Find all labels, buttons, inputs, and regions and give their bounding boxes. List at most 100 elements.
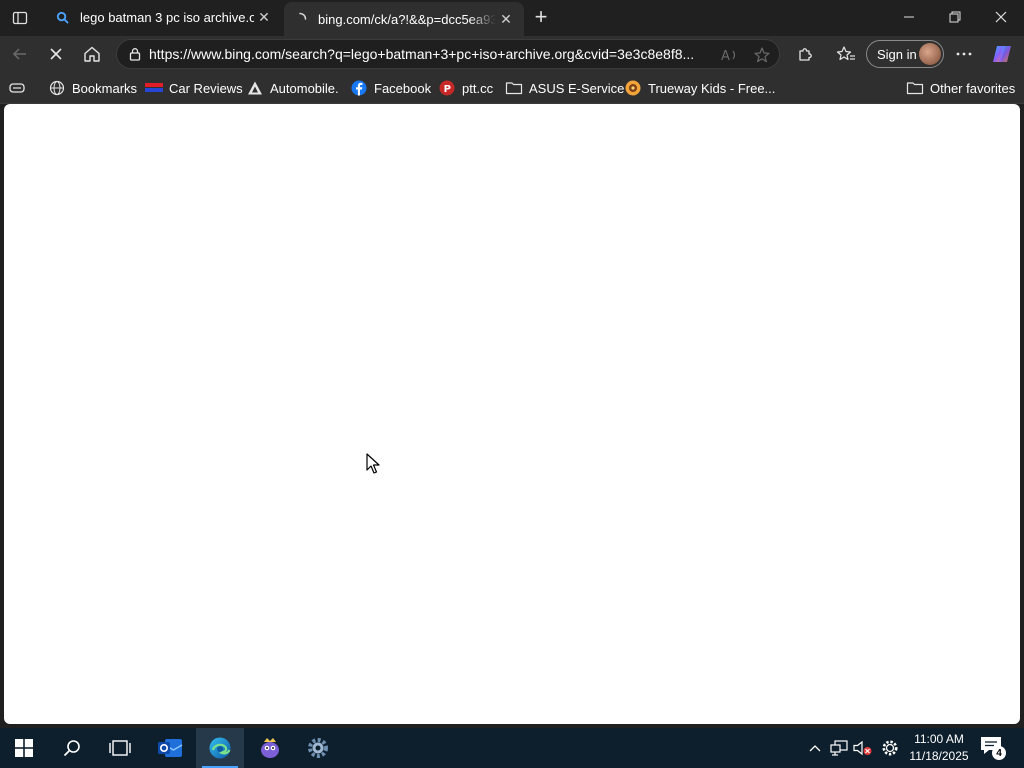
windows-logo-icon <box>15 739 33 757</box>
taskbar-app-character[interactable] <box>246 728 294 768</box>
car-reviews-icon <box>145 79 163 97</box>
clock-date: 11/18/2025 <box>909 749 969 763</box>
bookmark-ptt[interactable]: P ptt.cc <box>438 78 493 98</box>
close-tab-icon[interactable]: ✕ <box>496 9 516 29</box>
taskbar-edge[interactable] <box>196 728 244 768</box>
svg-text:P: P <box>444 84 451 95</box>
bookmark-label: Facebook <box>374 80 432 96</box>
tab-actions-button[interactable] <box>6 4 34 32</box>
bookmark-label: Automobile. <box>270 80 339 96</box>
navigation-toolbar: https://www.bing.com/search?q=lego+batma… <box>0 36 1024 72</box>
start-button[interactable] <box>0 728 48 768</box>
new-tab-button[interactable]: + <box>528 4 554 30</box>
settings-more-button[interactable] <box>950 40 978 68</box>
home-button[interactable] <box>78 40 106 68</box>
back-button[interactable] <box>6 40 34 68</box>
tab-title: lego batman 3 pc iso archive.org <box>80 9 254 25</box>
tray-settings-button[interactable] <box>880 738 900 758</box>
bookmark-car-reviews[interactable]: Car Reviews <box>145 78 243 98</box>
back-arrow-icon <box>12 48 26 60</box>
windows-taskbar: 11:00 AM 11/18/2025 4 <box>0 728 1024 768</box>
tab-bing-redirect[interactable]: bing.com/ck/a?!&&p=dcc5ea93a ✕ <box>284 2 524 36</box>
show-hidden-icons-button[interactable] <box>805 738 825 758</box>
favorites-list-icon <box>836 46 855 61</box>
bookmark-label: Car Reviews <box>169 80 243 96</box>
favorites-button[interactable] <box>832 40 860 68</box>
favorites-bar: Bookmarks Car Reviews Automobile. Facebo… <box>0 72 1024 104</box>
collections-icon <box>8 79 26 97</box>
more-dots-icon <box>956 52 972 56</box>
copilot-button[interactable] <box>988 40 1016 68</box>
close-icon <box>995 11 1007 23</box>
minimize-button[interactable] <box>886 0 932 34</box>
bookmark-bookmarks[interactable]: Bookmarks <box>48 78 137 98</box>
url-text[interactable]: https://www.bing.com/search?q=lego+batma… <box>149 46 721 62</box>
ptt-icon: P <box>438 79 456 97</box>
sign-in-label: Sign in <box>877 46 917 62</box>
minimize-icon <box>904 16 914 18</box>
task-view-button[interactable] <box>96 728 144 768</box>
folder-icon <box>505 79 523 97</box>
gear-icon <box>308 738 328 758</box>
close-window-button[interactable] <box>978 0 1024 34</box>
address-bar[interactable]: https://www.bing.com/search?q=lego+batma… <box>116 39 780 69</box>
notification-count-badge: 4 <box>992 746 1006 760</box>
bookmark-facebook[interactable]: Facebook <box>350 78 431 98</box>
close-tab-icon[interactable]: ✕ <box>254 7 274 27</box>
tab-title: bing.com/ck/a?!&&p=dcc5ea93a <box>318 11 496 27</box>
search-icon <box>63 740 80 757</box>
outlook-icon <box>158 739 183 757</box>
globe-icon <box>48 79 66 97</box>
bookmark-label: ASUS E-Service <box>529 80 625 96</box>
extensions-button[interactable] <box>792 40 820 68</box>
tab-collections-button[interactable] <box>8 78 32 98</box>
lock-icon[interactable] <box>121 47 149 61</box>
tab-actions-icon <box>12 11 28 25</box>
clock[interactable]: 11:00 AM 11/18/2025 <box>904 731 974 765</box>
home-icon <box>84 46 100 62</box>
tab-lego-batman[interactable]: lego batman 3 pc iso archive.org ✕ <box>46 0 282 34</box>
search-icon <box>54 9 70 25</box>
chevron-up-icon <box>809 745 821 752</box>
clock-time: 11:00 AM <box>914 732 964 746</box>
title-bar: lego batman 3 pc iso archive.org ✕ bing.… <box>0 0 1024 36</box>
taskbar-outlook[interactable] <box>146 728 194 768</box>
action-center-button[interactable]: 4 <box>980 736 1006 760</box>
task-view-icon <box>109 740 131 756</box>
favorite-star-icon[interactable] <box>751 44 773 66</box>
page-content[interactable] <box>4 104 1020 724</box>
folder-icon <box>906 79 924 97</box>
loading-spinner-icon <box>292 11 308 27</box>
restore-icon <box>949 11 961 23</box>
taskbar-settings[interactable] <box>294 728 342 768</box>
bookmark-automobile[interactable]: Automobile. <box>246 78 339 98</box>
bookmark-asus-eservice[interactable]: ASUS E-Service <box>505 78 624 98</box>
other-favorites[interactable]: Other favorites <box>906 78 1015 98</box>
trueway-kids-icon <box>624 79 642 97</box>
bookmark-trueway-kids[interactable]: Trueway Kids - Free... <box>624 78 775 98</box>
copilot-icon <box>993 46 1011 62</box>
avatar <box>919 43 941 65</box>
stop-button[interactable] <box>42 40 70 68</box>
network-button[interactable] <box>829 738 849 758</box>
volume-button[interactable] <box>853 738 873 758</box>
volume-muted-icon <box>853 740 872 756</box>
stop-loading-icon <box>50 48 62 60</box>
sign-in-button[interactable]: Sign in <box>866 40 944 68</box>
svg-text:A: A <box>721 49 730 63</box>
read-aloud-icon[interactable]: A <box>719 44 741 66</box>
taskbar-search-button[interactable] <box>48 728 96 768</box>
other-favorites-label: Other favorites <box>930 80 1016 96</box>
network-icon <box>830 740 848 756</box>
restore-button[interactable] <box>932 0 978 34</box>
bookmark-label: Bookmarks <box>72 80 138 96</box>
bookmark-label: Trueway Kids - Free... <box>648 80 776 96</box>
bookmark-label: ptt.cc <box>462 80 494 96</box>
gear-icon <box>882 740 898 756</box>
puzzle-icon <box>799 48 812 61</box>
facebook-icon <box>350 79 368 97</box>
automobile-icon <box>246 79 264 97</box>
app-character-icon <box>261 738 279 758</box>
mouse-cursor-icon <box>366 453 380 480</box>
edge-icon <box>209 737 231 759</box>
